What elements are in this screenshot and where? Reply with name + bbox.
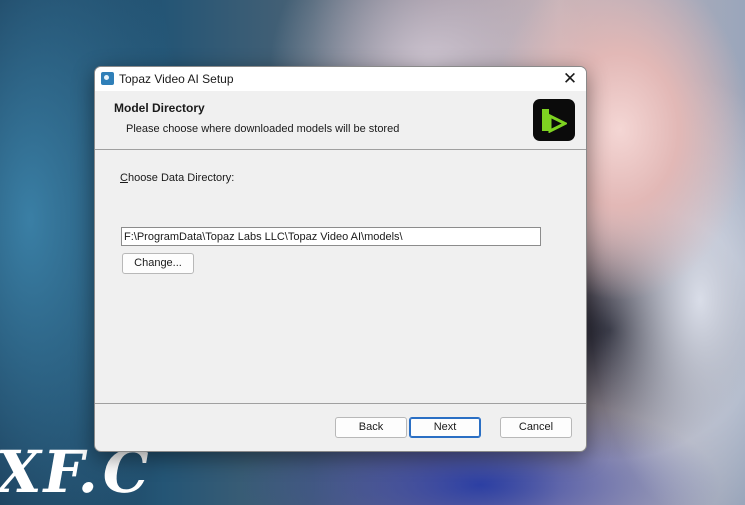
title-bar[interactable]: Topaz Video AI Setup ✕	[95, 67, 586, 91]
back-button[interactable]: Back	[335, 417, 407, 438]
installer-app-icon	[101, 72, 114, 85]
close-icon[interactable]: ✕	[560, 69, 580, 89]
setup-dialog: Topaz Video AI Setup ✕ Model Directory P…	[94, 66, 587, 452]
page-title: Model Directory	[114, 101, 205, 115]
choose-directory-label: Choose Data Directory:	[120, 172, 234, 184]
button-bar: Back Next Cancel	[95, 403, 586, 451]
topaz-logo-icon	[533, 99, 575, 141]
desktop-background: XF.C Topaz Video AI Setup ✕ Model Direct…	[0, 0, 745, 505]
window-title: Topaz Video AI Setup	[119, 72, 234, 86]
cancel-button[interactable]: Cancel	[500, 417, 572, 438]
page-subtitle: Please choose where downloaded models wi…	[126, 123, 400, 135]
label-text: hoose Data Directory:	[127, 172, 235, 184]
content-area: Choose Data Directory: Change...	[95, 150, 586, 403]
next-button[interactable]: Next	[409, 417, 481, 438]
change-button[interactable]: Change...	[122, 253, 194, 274]
label-mnemonic: C	[120, 172, 128, 184]
header-banner: Model Directory Please choose where down…	[95, 91, 586, 150]
directory-path-input[interactable]	[121, 227, 541, 246]
